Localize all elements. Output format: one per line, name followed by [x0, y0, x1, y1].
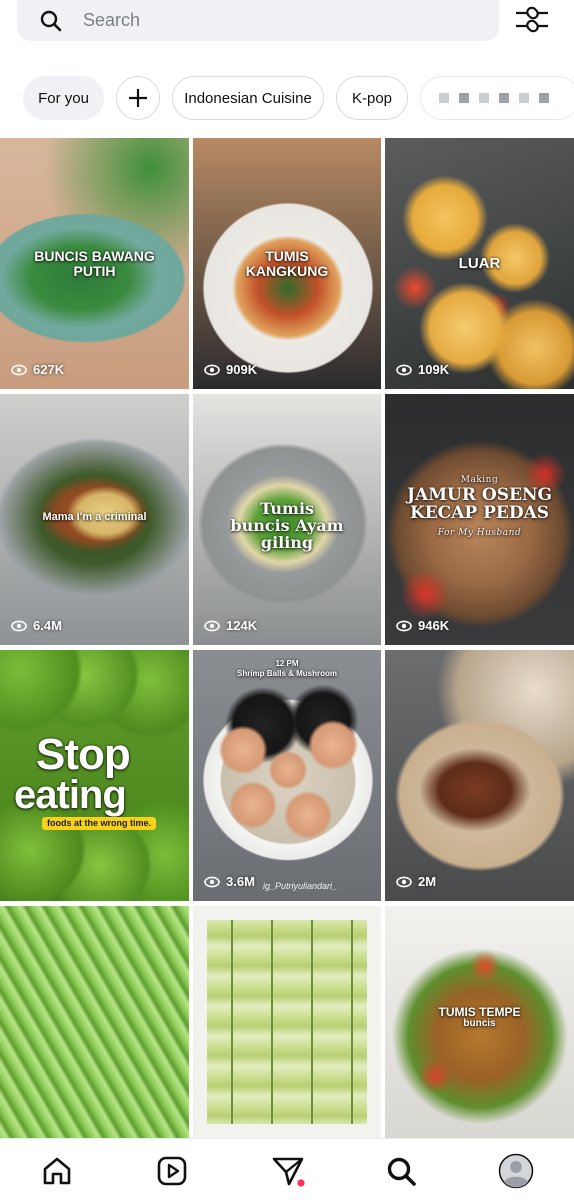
nav-search[interactable]: [383, 1153, 419, 1189]
filter-icon: [516, 6, 548, 33]
nav-messages[interactable]: [270, 1153, 306, 1189]
caption-text: JAMUR OSENG KECAP PEDAS: [406, 485, 553, 524]
view-count: 627K: [11, 362, 64, 377]
view-count: 124K: [204, 618, 257, 633]
post-tile[interactable]: [0, 906, 189, 1138]
post-tile[interactable]: [193, 906, 381, 1138]
caption-subtitle: For My Husband: [437, 528, 522, 539]
chip-kpop[interactable]: K-pop: [336, 76, 408, 120]
caption-line-1: Stop: [36, 730, 131, 779]
caption-line-2: eating: [14, 772, 127, 817]
post-caption: Stop eating foods at the wrong time.: [0, 730, 189, 831]
profile-icon: [498, 1153, 534, 1189]
post-caption: BUNCIS BAWANG PUTIH: [34, 248, 155, 279]
eye-icon: [396, 364, 412, 375]
post-caption: Tumis buncis Ayam giling: [230, 499, 344, 552]
post-caption: LUAR: [458, 255, 501, 272]
reels-icon: [157, 1156, 187, 1186]
add-topic-button[interactable]: [116, 76, 160, 120]
eye-icon: [396, 620, 412, 631]
nav-reels[interactable]: [154, 1153, 190, 1189]
blurred-text: [539, 93, 549, 103]
blurred-text: [439, 93, 449, 103]
food-image: [193, 906, 381, 1138]
eye-icon: [204, 620, 220, 631]
search-icon: [40, 10, 62, 31]
view-count-text: 3.6M: [226, 874, 255, 889]
caption-text: TUMIS TEMPE: [438, 1005, 521, 1019]
view-count-text: 6.4M: [33, 618, 62, 633]
food-image: [193, 650, 381, 901]
caption-highlight: foods at the wrong time.: [42, 816, 157, 831]
view-count: 6.4M: [11, 618, 62, 633]
post-tile[interactable]: TUMIS TEMPE buncis: [385, 906, 574, 1138]
view-count: 3.6M: [204, 874, 255, 889]
filter-button[interactable]: [514, 4, 550, 36]
blurred-text: [459, 93, 469, 103]
view-count-text: 627K: [33, 362, 65, 377]
nav-home[interactable]: [39, 1153, 75, 1189]
caption-text: TUMIS KANGKUNG: [245, 248, 329, 279]
nav-profile[interactable]: [498, 1153, 534, 1189]
blurred-text: [499, 93, 509, 103]
caption-subtitle: buncis: [463, 1017, 496, 1029]
view-count-text: 946K: [418, 618, 450, 633]
eye-icon: [11, 620, 27, 631]
eye-icon: [204, 364, 220, 375]
food-image: [385, 650, 574, 901]
post-tile[interactable]: TUMIS KANGKUNG 909K: [193, 138, 381, 389]
home-icon: [43, 1157, 71, 1185]
post-caption: Mama I'm a criminal: [42, 511, 147, 523]
chip-for-you[interactable]: For you: [23, 76, 104, 120]
search-input[interactable]: [83, 10, 443, 31]
view-count: 909K: [204, 362, 257, 377]
view-count-text: 909K: [226, 362, 258, 377]
post-tile[interactable]: Making JAMUR OSENG KECAP PEDAS For My Hu…: [385, 394, 574, 645]
chip-blurred[interactable]: [420, 76, 574, 120]
plus-icon: [129, 89, 147, 107]
watermark: ig_Putriyuliandari_: [263, 881, 338, 891]
post-caption: TUMIS KANGKUNG: [193, 248, 381, 279]
messages-icon: [272, 1157, 305, 1187]
post-caption: TUMIS TEMPE buncis: [385, 1006, 574, 1029]
bottom-navigation: [0, 1138, 574, 1200]
search-icon: [387, 1157, 416, 1186]
topic-chips: For you Indonesian Cuisine K-pop: [23, 76, 574, 120]
post-tile[interactable]: 12 PM Shrimp Balls & Mushroom ig_Putriyu…: [193, 650, 381, 901]
chip-label: For you: [38, 89, 89, 107]
view-count-text: 124K: [226, 618, 258, 633]
view-count-text: 109K: [418, 362, 450, 377]
post-tile[interactable]: 2M: [385, 650, 574, 901]
caption-text: Shrimp Balls & Mushroom: [236, 669, 337, 679]
post-tile[interactable]: Tumis buncis Ayam giling 124K: [193, 394, 381, 645]
post-tile[interactable]: Mama I'm a criminal 6.4M: [0, 394, 189, 645]
post-caption: Making JAMUR OSENG KECAP PEDAS For My Hu…: [385, 475, 574, 539]
view-count: 109K: [396, 362, 449, 377]
post-tile[interactable]: LUAR 109K: [385, 138, 574, 389]
chip-label: Indonesian Cuisine: [184, 89, 312, 107]
post-caption: 12 PM Shrimp Balls & Mushroom: [193, 659, 381, 679]
view-count: 2M: [396, 874, 436, 889]
view-count-text: 2M: [418, 874, 437, 889]
blurred-text: [519, 93, 529, 103]
eye-icon: [11, 364, 27, 375]
view-count: 946K: [396, 618, 449, 633]
post-tile[interactable]: BUNCIS BAWANG PUTIH 627K: [0, 138, 189, 389]
eye-icon: [396, 876, 412, 887]
search-bar[interactable]: [17, 0, 499, 41]
chip-indonesian-cuisine[interactable]: Indonesian Cuisine: [172, 76, 324, 120]
chip-label: K-pop: [351, 89, 393, 107]
blurred-text: [479, 93, 489, 103]
food-image: [0, 906, 189, 1138]
eye-icon: [204, 876, 220, 887]
post-tile[interactable]: Stop eating foods at the wrong time.: [0, 650, 189, 901]
caption-time: 12 PM: [275, 659, 299, 668]
